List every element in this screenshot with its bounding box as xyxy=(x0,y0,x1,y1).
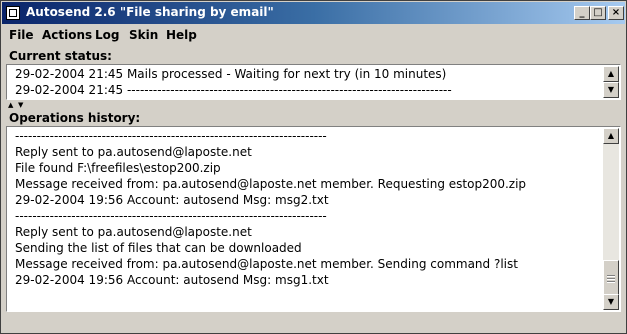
history-line: File found F:\freefiles\estop200.zip xyxy=(15,161,221,175)
menu-actions[interactable]: Actions xyxy=(42,28,92,42)
menu-bar: File Actions Log Skin Help xyxy=(2,25,625,45)
current-status-panel[interactable]: 29-02-2004 21:45 Mails processed - Waiti… xyxy=(6,64,621,100)
scroll-up-icon[interactable]: ▲ xyxy=(603,128,619,144)
close-button[interactable]: × xyxy=(608,6,624,20)
history-line: ----------------------------------------… xyxy=(15,129,327,143)
splitter[interactable]: ▲ ▼ xyxy=(2,101,625,109)
title-bar[interactable]: Autosend 2.6 "File sharing by email" _ □… xyxy=(2,2,625,24)
current-status-text[interactable]: 29-02-2004 21:45 Mails processed - Waiti… xyxy=(8,66,602,98)
scroll-down-icon[interactable]: ▼ xyxy=(603,82,619,98)
splitter-up-icon[interactable]: ▲ xyxy=(8,101,13,109)
history-line: ----------------------------------------… xyxy=(8,304,602,310)
history-label: Operations history: xyxy=(9,111,141,125)
status-line: 29-02-2004 21:45 Mails processed - Waiti… xyxy=(15,67,447,81)
menu-file[interactable]: File xyxy=(9,28,34,42)
history-line xyxy=(8,288,602,304)
history-panel[interactable]: ----------------------------------------… xyxy=(6,126,621,312)
current-status-label: Current status: xyxy=(9,49,112,63)
history-line: Message received from: pa.autosend@lapos… xyxy=(15,177,527,191)
history-text[interactable]: ----------------------------------------… xyxy=(8,128,602,310)
window-title: Autosend 2.6 "File sharing by email" xyxy=(26,5,274,19)
scroll-down-icon[interactable]: ▼ xyxy=(603,294,619,310)
history-line: Sending the list of files that can be do… xyxy=(15,241,302,255)
scroll-up-icon[interactable]: ▲ xyxy=(603,66,619,82)
history-scrollbar[interactable]: ▲ ▼ xyxy=(603,128,619,310)
menu-help[interactable]: Help xyxy=(166,28,197,42)
status-line: 29-02-2004 21:45 -----------------------… xyxy=(15,83,452,97)
history-line: 29-02-2004 19:56 Account: autosend Msg: … xyxy=(15,273,329,287)
history-line: Reply sent to pa.autosend@laposte.net xyxy=(15,225,252,239)
splitter-down-icon[interactable]: ▼ xyxy=(18,101,23,109)
status-scrollbar[interactable]: ▲ ▼ xyxy=(603,66,619,98)
minimize-button[interactable]: _ xyxy=(574,6,590,20)
history-line: Reply sent to pa.autosend@laposte.net xyxy=(15,145,252,159)
menu-skin[interactable]: Skin xyxy=(129,28,158,42)
history-line: 29-02-2004 19:56 Account: autosend Msg: … xyxy=(15,193,329,207)
app-icon[interactable] xyxy=(6,6,20,20)
app-window: Autosend 2.6 "File sharing by email" _ □… xyxy=(0,0,627,334)
history-line: ----------------------------------------… xyxy=(15,209,327,223)
menu-log[interactable]: Log xyxy=(95,28,119,42)
maximize-button[interactable]: □ xyxy=(590,6,606,20)
scroll-thumb[interactable] xyxy=(603,260,619,296)
history-line: Message received from: pa.autosend@lapos… xyxy=(15,257,518,271)
